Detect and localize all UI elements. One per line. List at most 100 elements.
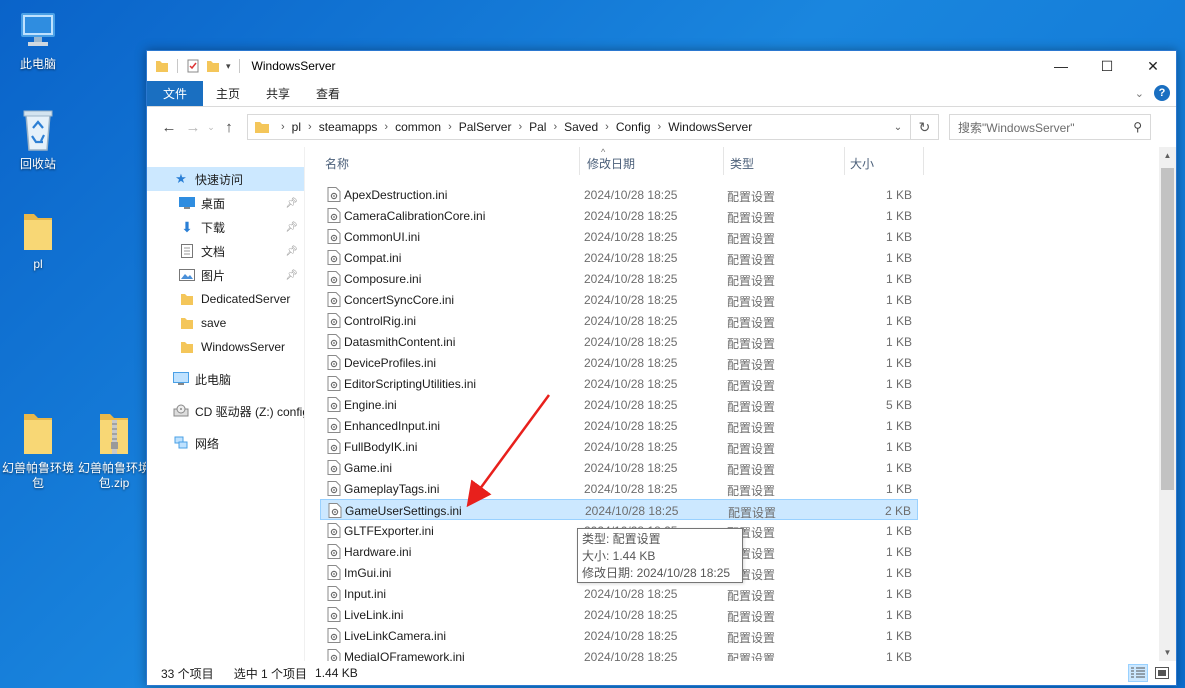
table-row[interactable]: Input.ini 2024/10/28 18:25 配置设置 1 KB (320, 583, 918, 604)
maximize-button[interactable]: ☐ (1084, 51, 1130, 81)
address-dropdown-icon[interactable]: ⌄ (886, 122, 910, 133)
column-divider[interactable] (579, 147, 580, 175)
breadcrumb-saved[interactable]: Saved (564, 120, 598, 134)
breadcrumb-config[interactable]: Config (616, 120, 651, 134)
file-size: 1 KB (885, 293, 912, 307)
new-folder-icon[interactable] (206, 59, 220, 73)
table-row[interactable]: Engine.ini 2024/10/28 18:25 配置设置 5 KB (320, 394, 918, 415)
pin-icon[interactable]: 📌︎ (285, 270, 298, 281)
desktop-icon-this-pc[interactable]: 此电脑 (0, 10, 76, 72)
table-row[interactable]: ApexDestruction.ini 2024/10/28 18:25 配置设置 1… (320, 184, 918, 205)
table-row[interactable]: ControlRig.ini 2024/10/28 18:25 配置设置 1 KB (320, 310, 918, 331)
sidebar-item-quick-access[interactable]: ★ 快速访问 (147, 167, 304, 191)
table-row[interactable]: MediaIOFramework.ini 2024/10/28 18:25 配置设置… (320, 646, 918, 661)
table-row[interactable]: ConcertSyncCore.ini 2024/10/28 18:25 配置设置 1… (320, 289, 918, 310)
help-icon[interactable]: ? (1154, 85, 1170, 101)
table-row[interactable]: Game.ini 2024/10/28 18:25 配置设置 1 KB (320, 457, 918, 478)
sidebar-item-windowsserver[interactable]: WindowsServer (147, 335, 304, 359)
breadcrumb-pal[interactable]: Pal (529, 120, 546, 134)
file-size: 1 KB (885, 524, 912, 538)
table-row[interactable]: GameplayTags.ini 2024/10/28 18:25 配置设置 1 KB (320, 478, 918, 499)
file-size: 1 KB (885, 209, 912, 223)
column-divider[interactable] (723, 147, 724, 175)
column-header-name[interactable]: 名称 (325, 155, 349, 172)
minimize-button[interactable]: — (1038, 51, 1084, 81)
file-size: 1 KB (885, 440, 912, 454)
table-row-selected[interactable]: GameUserSettings.ini 2024/10/28 18:25 配置设置… (320, 499, 918, 520)
table-row[interactable]: CommonUI.ini 2024/10/28 18:25 配置设置 1 KB (320, 226, 918, 247)
file-list-pane: ^ 名称 修改日期 类型 大小 ApexDestruction.ini 2024/… (305, 147, 1176, 661)
expand-ribbon-icon[interactable]: ⌄ (1135, 87, 1144, 100)
recycle-bin-icon (23, 110, 53, 151)
back-arrow-icon[interactable]: ← (157, 119, 181, 136)
pin-icon[interactable]: 📌︎ (285, 246, 298, 257)
large-icons-view-icon[interactable] (1152, 664, 1172, 682)
desktop-icon-recycle-bin[interactable]: 回收站 (0, 108, 76, 172)
column-divider[interactable] (923, 147, 924, 175)
file-size: 1 KB (885, 230, 912, 244)
table-row[interactable]: LiveLinkCamera.ini 2024/10/28 18:25 配置设置 1 … (320, 625, 918, 646)
breadcrumb-separator: › (657, 121, 662, 133)
tab-share[interactable]: 共享 (253, 81, 303, 106)
table-row[interactable]: DatasmithContent.ini 2024/10/28 18:25 配置设置… (320, 331, 918, 352)
sidebar-item-network[interactable]: 网络 (147, 431, 304, 455)
sidebar-item-documents[interactable]: 文档 📌︎ (147, 239, 304, 263)
breadcrumb-windowsserver[interactable]: WindowsServer (668, 120, 752, 134)
tab-view[interactable]: 查看 (303, 81, 353, 106)
sidebar-item-label: 桌面 (201, 196, 226, 211)
refresh-icon[interactable]: ↻ (911, 114, 939, 140)
breadcrumb-common[interactable]: common (395, 120, 441, 134)
table-row[interactable]: EditorScriptingUtilities.ini 2024/10/28 1… (320, 373, 918, 394)
breadcrumb-steamapps[interactable]: steamapps (319, 120, 378, 134)
tab-home[interactable]: 主页 (203, 81, 253, 106)
table-row[interactable]: EnhancedInput.ini 2024/10/28 18:25 配置设置 1 K… (320, 415, 918, 436)
vertical-scrollbar[interactable]: ▲ ▼ (1159, 147, 1176, 661)
table-row[interactable]: FullBodyIK.ini 2024/10/28 18:25 配置设置 1 KB (320, 436, 918, 457)
pin-icon[interactable]: 📌︎ (285, 222, 298, 233)
table-row[interactable]: DeviceProfiles.ini 2024/10/28 18:25 配置设置 1 … (320, 352, 918, 373)
sidebar-item-cd-drive[interactable]: CD 驱动器 (Z:) config (147, 399, 304, 423)
table-row[interactable]: Composure.ini 2024/10/28 18:25 配置设置 1 KB (320, 268, 918, 289)
column-divider[interactable] (844, 147, 845, 175)
sidebar-item-this-pc[interactable]: 此电脑 (147, 367, 304, 391)
desktop-icon-pl-folder[interactable]: pl (0, 210, 76, 272)
sidebar-item-downloads[interactable]: ⬇ 下载 📌︎ (147, 215, 304, 239)
breadcrumb-palserver[interactable]: PalServer (459, 120, 512, 134)
file-date: 2024/10/28 18:25 (585, 504, 679, 518)
table-row[interactable]: Compat.ini 2024/10/28 18:25 配置设置 1 KB (320, 247, 918, 268)
desktop-icon-env-zip[interactable]: 幻兽帕鲁环境包.zip (76, 410, 152, 491)
desktop-icon-env-folder[interactable]: 幻兽帕鲁环境包 (0, 410, 76, 491)
tab-file[interactable]: 文件 (147, 81, 204, 106)
ini-file-icon (327, 565, 341, 583)
up-arrow-icon[interactable]: ↑ (217, 119, 241, 136)
sidebar-item-dedicatedserver[interactable]: DedicatedServer (147, 287, 304, 311)
sidebar-item-label: 网络 (195, 436, 220, 451)
ini-file-icon (327, 313, 341, 331)
breadcrumb-pl[interactable]: pl (292, 120, 301, 134)
pin-icon[interactable]: 📌︎ (285, 198, 298, 209)
file-type: 配置设置 (727, 316, 776, 330)
recent-locations-icon[interactable]: ⌄ (205, 122, 217, 133)
column-header-type[interactable]: 类型 (730, 155, 754, 172)
scroll-up-arrow-icon[interactable]: ▲ (1159, 147, 1176, 164)
sidebar-item-save[interactable]: save (147, 311, 304, 335)
scrollbar-thumb[interactable] (1161, 168, 1174, 490)
column-header-date[interactable]: 修改日期 (587, 155, 635, 172)
search-input[interactable]: 搜索"WindowsServer" ⚲ (949, 114, 1151, 140)
close-button[interactable]: ✕ (1130, 51, 1176, 81)
address-bar[interactable]: › pl › steamapps › common › PalServer › … (247, 114, 911, 140)
properties-icon[interactable] (186, 59, 200, 73)
sidebar-item-pictures[interactable]: 图片 📌︎ (147, 263, 304, 287)
forward-arrow-icon[interactable]: → (181, 119, 205, 136)
table-row[interactable]: CameraCalibrationCore.ini 2024/10/28 18:2… (320, 205, 918, 226)
details-view-icon[interactable] (1128, 664, 1148, 682)
file-type: 配置设置 (727, 610, 776, 624)
breadcrumb-separator: › (281, 121, 285, 133)
column-header-size[interactable]: 大小 (850, 155, 874, 172)
table-row[interactable]: LiveLink.ini 2024/10/28 18:25 配置设置 1 KB (320, 604, 918, 625)
breadcrumb-separator: › (518, 121, 523, 133)
scroll-down-arrow-icon[interactable]: ▼ (1159, 644, 1176, 661)
customize-toolbar-icon[interactable]: ▾ (226, 61, 231, 72)
explorer-window: ▾ WindowsServer — ☐ ✕ 文件 主页 共享 查看 ⌄ ? ← … (146, 50, 1177, 686)
sidebar-item-desktop[interactable]: 桌面 📌︎ (147, 191, 304, 215)
